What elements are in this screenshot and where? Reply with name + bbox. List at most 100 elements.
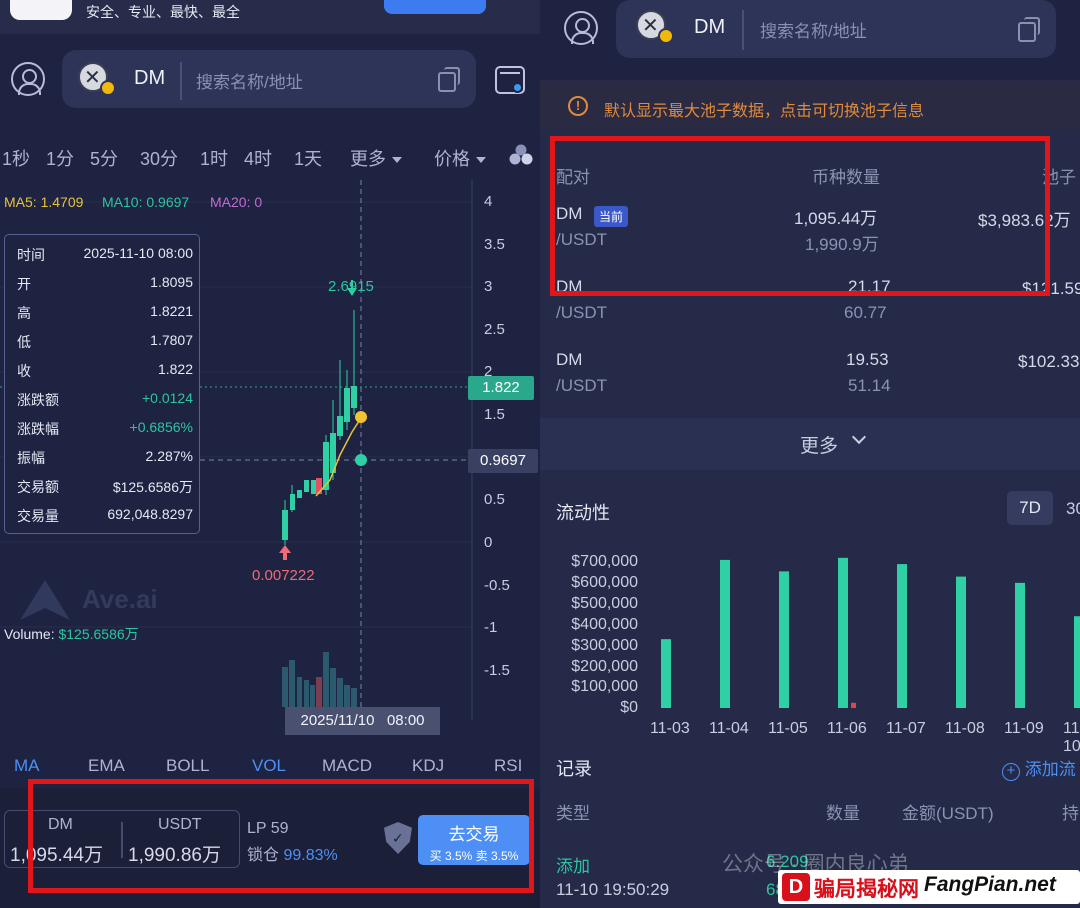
- y-tick: $500,000: [571, 595, 638, 612]
- rec-col-value: 金额(USDT): [902, 804, 994, 823]
- crosshair-time: 08:00: [386, 712, 425, 729]
- tooltip-key: 时间: [17, 247, 45, 263]
- tab-boll[interactable]: BOLL: [166, 756, 209, 776]
- tf-1m[interactable]: 1分: [46, 145, 74, 171]
- divider: [180, 62, 182, 100]
- copy-icon[interactable]: [1018, 17, 1040, 42]
- copy-icon[interactable]: [438, 67, 460, 92]
- candles: [282, 310, 357, 545]
- site-logo-icon: D: [782, 873, 810, 901]
- volume-bar: [351, 688, 357, 707]
- y-tick: -1.5: [484, 662, 510, 679]
- liquidity-title: 流动性: [556, 503, 610, 523]
- tf-1d[interactable]: 1天: [294, 145, 322, 171]
- ave-logo-icon: [20, 580, 70, 620]
- rec-col-holder: 持: [1062, 804, 1079, 823]
- chevron-down-icon: [476, 157, 486, 164]
- token-search-box[interactable]: ✕ DM 搜索名称/地址: [616, 0, 1056, 58]
- volume-bar: [310, 685, 315, 707]
- tab-vol[interactable]: VOL: [252, 756, 286, 776]
- highlight-frame: [550, 136, 1050, 296]
- tooltip-key: 振幅: [17, 450, 45, 466]
- y-tick: -1: [484, 619, 498, 636]
- y-tick: 2.5: [484, 321, 505, 338]
- y-tick: $700,000: [571, 553, 638, 570]
- notice-text: 默认显示最大池子数据，点击可切换池子信息: [604, 103, 925, 120]
- chart-settings-icon[interactable]: [509, 143, 533, 165]
- volume-bar: [297, 677, 302, 707]
- search-placeholder[interactable]: 搜索名称/地址: [760, 17, 867, 42]
- y-tick: $200,000: [571, 658, 638, 675]
- tooltip-value: 692,048.8297: [107, 506, 193, 522]
- plus-circle-icon: +: [1002, 763, 1020, 781]
- token-search-box[interactable]: ✕ DM 搜索名称/地址: [62, 50, 476, 108]
- tf-1h[interactable]: 1时: [200, 145, 228, 171]
- liquidity-add-bar: [838, 557, 848, 708]
- y-tick: -0.5: [484, 577, 510, 594]
- volume-bars: [282, 652, 357, 707]
- kline-panel: 安全、专业、最快、最全 ✕ DM 搜索名称/地址 1秒 1分 5分 30分 1时…: [0, 0, 540, 908]
- user-icon[interactable]: [11, 62, 45, 96]
- tf-30m[interactable]: 30分: [140, 145, 178, 171]
- x-tick: 11-09: [1004, 720, 1044, 737]
- tooltip-value: 1.8095: [150, 274, 193, 290]
- pool-row[interactable]: DM /USDT 19.53 51.14 $102.33: [540, 342, 1080, 408]
- site-name-cn: 骗局揭秘网: [814, 878, 919, 901]
- user-icon[interactable]: [564, 11, 598, 45]
- tf-5m[interactable]: 5分: [90, 145, 118, 171]
- tab-ema[interactable]: EMA: [88, 756, 125, 776]
- price-label: 价格: [434, 149, 470, 169]
- add-liquidity-link[interactable]: + 添加流: [1002, 755, 1076, 781]
- chevron-down-icon: [851, 429, 867, 445]
- y-tick: 1.5: [484, 406, 505, 423]
- price-dropdown[interactable]: 价格: [434, 145, 486, 171]
- crosshair-date-tag: 2025/11/10 08:00: [285, 707, 440, 735]
- search-placeholder[interactable]: 搜索名称/地址: [196, 68, 303, 93]
- tf-more-dropdown[interactable]: 更多: [350, 145, 402, 171]
- add-liquidity-label: 添加流: [1024, 760, 1076, 779]
- x-tick: 11-06: [827, 720, 867, 737]
- crosshair-date: 2025/11/10: [300, 712, 375, 729]
- tf-4h[interactable]: 4时: [244, 145, 272, 171]
- volume-bar: [304, 680, 309, 707]
- tooltip-key: 交易额: [17, 479, 59, 495]
- y-tick: $0: [620, 699, 638, 716]
- range-30d[interactable]: 30: [1066, 499, 1080, 519]
- candle-tooltip: 时间 2025-11-10 08:00 开 1.8095 高 1.8221 低 1.78…: [4, 234, 200, 534]
- tooltip-value: 1.8221: [150, 303, 193, 319]
- chevron-down-icon: [392, 157, 402, 164]
- y-tick: $300,000: [571, 637, 638, 654]
- volume-bar: [337, 678, 343, 707]
- record-type: 添加: [556, 857, 590, 876]
- current-price-tag: 1.822: [468, 376, 534, 400]
- candle: [311, 480, 316, 494]
- token-symbol: DM: [694, 16, 726, 38]
- tooltip-key: 交易量: [17, 508, 59, 524]
- liquidity-add-bar: [779, 571, 789, 708]
- tab-rsi[interactable]: RSI: [494, 756, 522, 776]
- tooltip-key: 涨跌额: [17, 392, 59, 408]
- more-label: 更多: [800, 436, 839, 457]
- low-arrow-icon: [279, 545, 291, 560]
- volume-bar: [289, 660, 295, 707]
- y-tick: $400,000: [571, 616, 638, 633]
- range-7d[interactable]: 7D: [1007, 491, 1053, 525]
- x-tick: 11-07: [886, 720, 926, 737]
- tf-1s[interactable]: 1秒: [2, 145, 30, 171]
- pool-amount-2: 51.14: [848, 376, 891, 395]
- records-title: 记录: [556, 759, 592, 779]
- liquidity-add-bar: [661, 639, 671, 708]
- rec-col-type: 类型: [556, 804, 590, 823]
- y-tick: 3: [484, 278, 493, 295]
- pool-quote: /USDT: [556, 376, 607, 395]
- download-button[interactable]: [384, 0, 486, 14]
- tab-ma[interactable]: MA: [14, 756, 40, 776]
- more-pools-button[interactable]: 更多: [540, 418, 1080, 470]
- notice-bar[interactable]: ! 默认显示最大池子数据，点击可切换池子信息: [540, 82, 1080, 130]
- liquidity-add-bar: [1074, 616, 1080, 708]
- tab-macd[interactable]: MACD: [322, 756, 372, 776]
- tooltip-value: 2.287%: [145, 448, 193, 464]
- y-tick: 3.5: [484, 236, 505, 253]
- x-tick: 11-10: [1063, 720, 1080, 755]
- tab-kdj[interactable]: KDJ: [412, 756, 444, 776]
